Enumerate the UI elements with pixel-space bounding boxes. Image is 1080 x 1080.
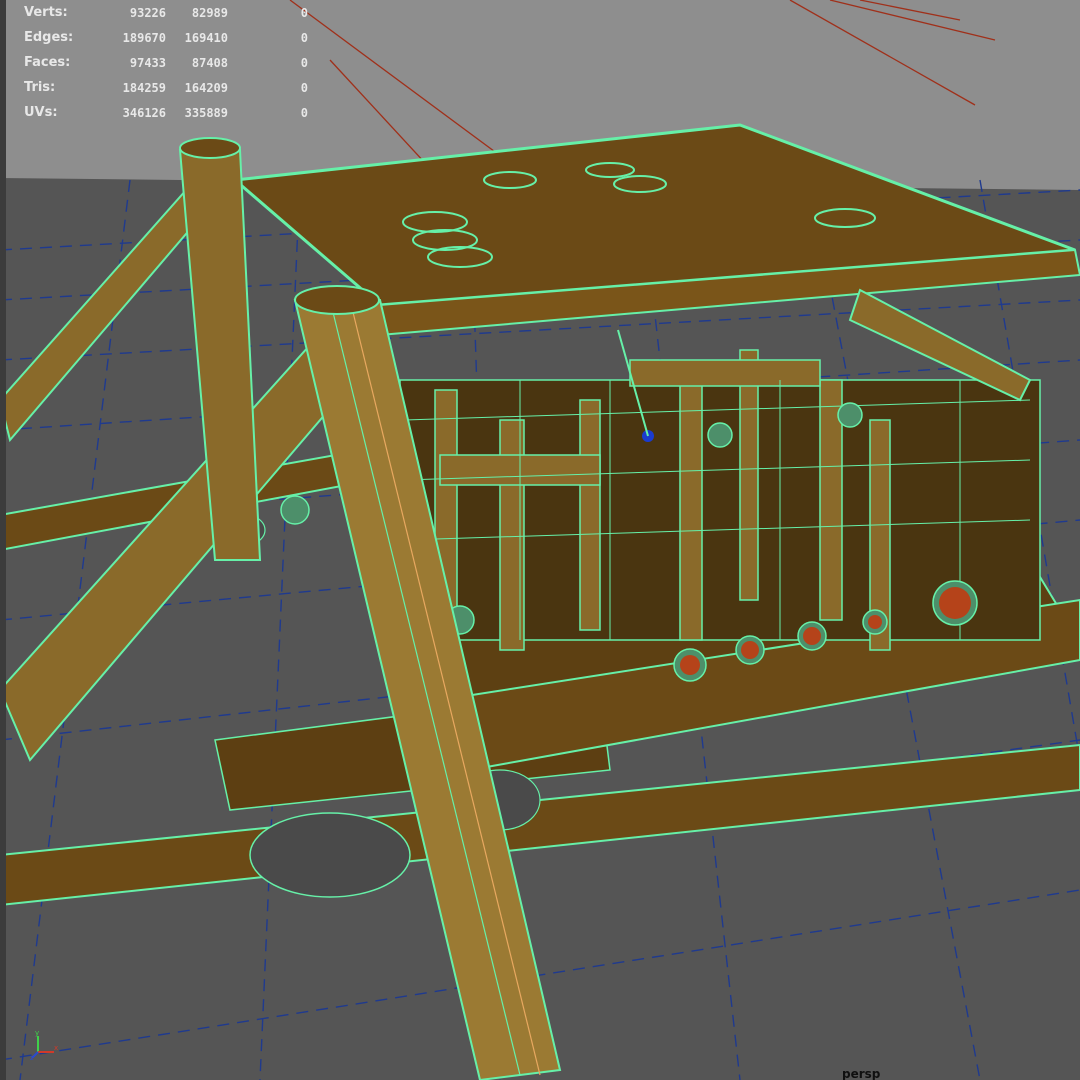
camera-name-label: persp — [842, 1067, 881, 1080]
hud-value-3: 0 — [300, 5, 308, 20]
hud-value-1: 97433 — [129, 55, 166, 70]
hud-row-uvs: UVs: 346126 335889 0 — [24, 100, 308, 125]
hud-value-2: 87408 — [191, 55, 228, 70]
scene-render[interactable] — [0, 0, 1080, 1080]
viewport-left-edge — [0, 0, 6, 1080]
axis-y-label: y — [35, 1030, 39, 1037]
hud-label: Verts: — [24, 5, 68, 20]
hud-value-1: 93226 — [129, 5, 166, 20]
hud-value-2: 335889 — [184, 105, 228, 120]
hud-value-3: 0 — [300, 105, 308, 120]
axis-z-label: z — [30, 1054, 34, 1060]
hud-row-tris: Tris: 184259 164209 0 — [24, 75, 308, 100]
hud-label: Tris: — [24, 80, 56, 95]
hud-value-1: 346126 — [122, 105, 166, 120]
hud-value-2: 169410 — [184, 30, 228, 45]
hud-value-3: 0 — [300, 80, 308, 95]
hud-value-2: 164209 — [184, 80, 228, 95]
hud-row-faces: Faces: 97433 87408 0 — [24, 50, 308, 75]
hud-value-1: 189670 — [122, 30, 166, 45]
axis-x-label: x — [54, 1044, 58, 1052]
poly-count-hud: Verts: 93226 82989 0 Edges: 189670 16941… — [24, 0, 308, 125]
hud-row-verts: Verts: 93226 82989 0 — [24, 0, 308, 25]
hud-label: Faces: — [24, 55, 71, 70]
hud-value-1: 184259 — [122, 80, 166, 95]
hud-value-2: 82989 — [191, 5, 228, 20]
axis-gizmo-icon: y x z — [30, 1030, 58, 1060]
hud-row-edges: Edges: 189670 169410 0 — [24, 25, 308, 50]
maya-perspective-viewport[interactable]: Verts: 93226 82989 0 Edges: 189670 16941… — [0, 0, 1080, 1080]
hud-value-3: 0 — [300, 30, 308, 45]
hud-value-3: 0 — [300, 55, 308, 70]
hud-label: UVs: — [24, 105, 58, 120]
hud-label: Edges: — [24, 30, 74, 45]
